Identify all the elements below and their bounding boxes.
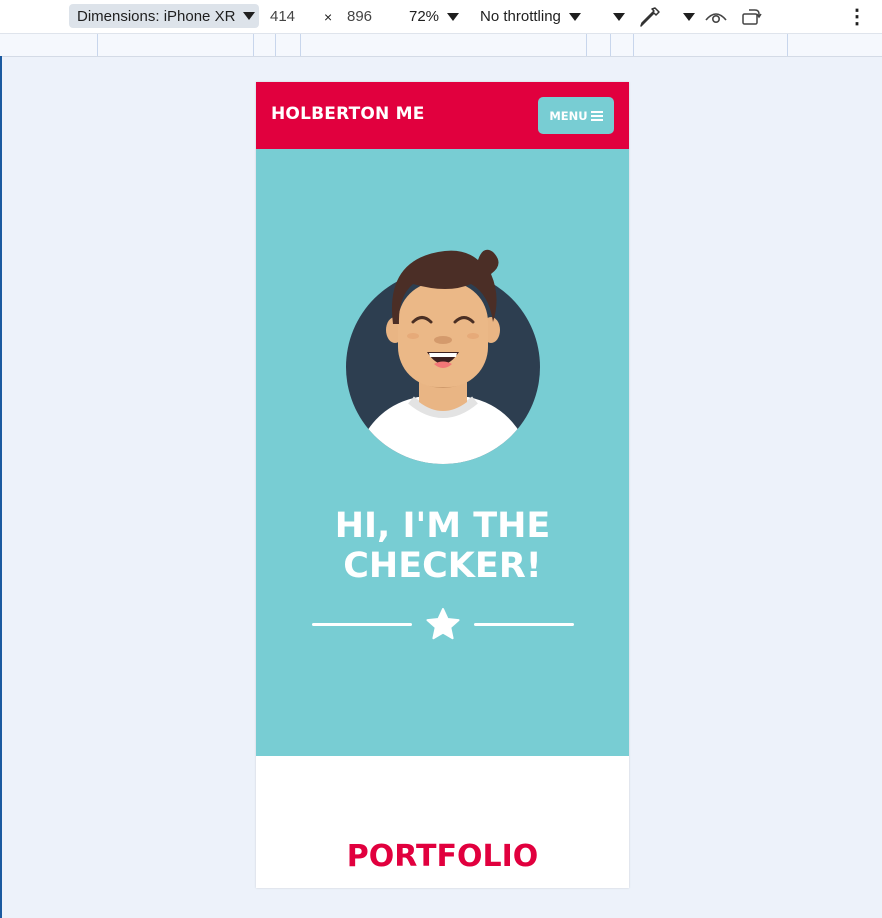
hero-line-2: CHECKER! — [343, 546, 542, 586]
divider-line-left — [312, 623, 412, 626]
kebab-menu-icon[interactable]: ⋮ — [845, 0, 869, 33]
window-edge — [0, 56, 2, 918]
eyedropper-icon[interactable] — [638, 0, 662, 33]
chevron-down-icon — [568, 12, 581, 21]
throttling-value: No throttling — [480, 8, 561, 25]
chevron-down-icon — [447, 12, 460, 21]
hero-title: HI, I'M THE CHECKER! — [256, 506, 629, 586]
zoom-select[interactable]: 72% — [409, 0, 460, 33]
times-icon: × — [324, 8, 333, 25]
media-query-ruler — [0, 34, 882, 57]
menu-label: MENU — [549, 108, 588, 123]
devtools-toolbar: Dimensions: iPhone XR 414 × 896 72% No t… — [0, 0, 882, 34]
hero-section: HI, I'M THE CHECKER! — [256, 149, 629, 756]
divider-line-right — [474, 623, 574, 626]
throttling-select[interactable]: No throttling — [480, 0, 581, 33]
sensors-dropdown[interactable] — [677, 0, 701, 33]
site-navbar: HOLBERTON ME MENU — [256, 82, 629, 149]
chevron-down-icon — [243, 12, 256, 20]
portfolio-heading: PORTFOLIO — [346, 839, 539, 874]
more-options-dropdown[interactable] — [607, 0, 631, 33]
device-select[interactable]: Dimensions: iPhone XR — [69, 4, 259, 28]
device-select-label: Dimensions: iPhone XR — [77, 7, 236, 25]
width-input[interactable]: 414 — [270, 0, 295, 33]
rotate-device-icon[interactable] — [740, 0, 764, 33]
zoom-value: 72% — [409, 8, 440, 25]
chevron-down-icon — [613, 12, 625, 21]
height-input[interactable]: 896 — [347, 0, 372, 33]
vision-eye-icon[interactable] — [704, 0, 728, 33]
site-brand[interactable]: HOLBERTON ME — [271, 104, 425, 124]
hero-line-1: HI, I'M THE — [334, 506, 551, 546]
star-divider — [312, 608, 574, 642]
hamburger-icon — [590, 110, 603, 121]
chevron-down-icon — [683, 12, 695, 21]
star-icon — [426, 608, 460, 640]
device-viewport: HOLBERTON ME MENU HI, I'M THE CHECKER! P… — [256, 82, 629, 888]
menu-button[interactable]: MENU — [538, 97, 614, 134]
avatar-illustration — [346, 249, 540, 464]
